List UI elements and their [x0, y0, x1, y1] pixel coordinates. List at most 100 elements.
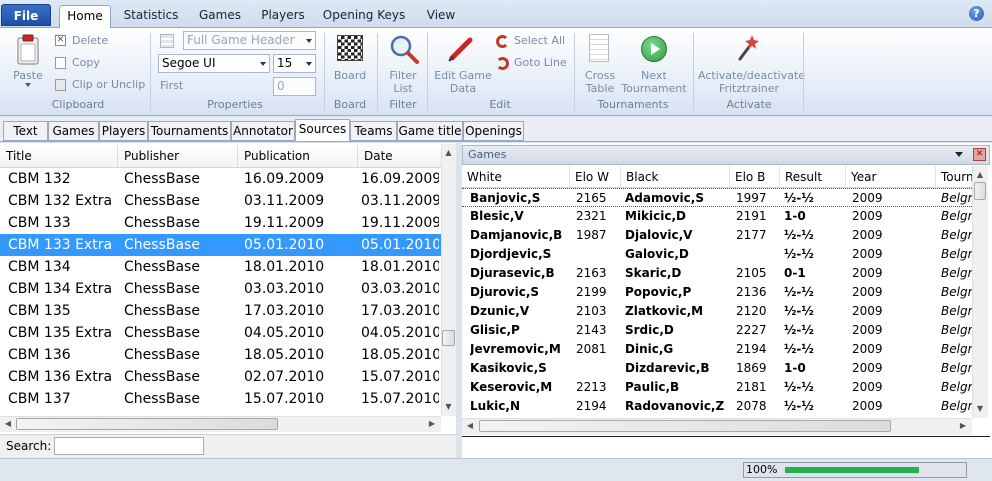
- view-tab-game-title[interactable]: Game title: [397, 121, 463, 141]
- tab-home[interactable]: Home: [59, 5, 111, 29]
- tab-games[interactable]: Games: [192, 5, 248, 28]
- copy-button[interactable]: Copy: [72, 56, 100, 70]
- scroll-right-icon[interactable]: ▶: [426, 417, 438, 431]
- sources-row[interactable]: CBM 134 Extra ChessBase 03.03.2010 03.03.20…: [0, 278, 441, 300]
- view-tab-text[interactable]: Text: [3, 121, 48, 141]
- sources-vertical-scrollbar[interactable]: [441, 144, 456, 416]
- first-move-stepper[interactable]: 0: [273, 77, 316, 96]
- pen-icon[interactable]: [446, 34, 476, 64]
- scroll-down-icon[interactable]: ▼: [972, 402, 988, 416]
- column-header-date[interactable]: Date: [358, 144, 441, 168]
- font-size-select[interactable]: 15: [273, 54, 316, 73]
- game-row[interactable]: Keserovic,M 2213 Paulic,B 2181 ½-½ 2009 Belgra…: [462, 378, 972, 397]
- select-all-button[interactable]: Select All: [514, 34, 565, 48]
- magnifier-icon[interactable]: [388, 33, 420, 65]
- sources-row[interactable]: CBM 132 ChessBase 16.09.2009 16.09.2009: [0, 168, 441, 190]
- game-row[interactable]: Djurasevic,B 2163 Skaric,D 2105 0-1 2009 Belgr…: [462, 264, 972, 283]
- column-header-black[interactable]: Black: [621, 166, 730, 188]
- sources-row[interactable]: CBM 132 Extra ChessBase 03.11.2009 03.11.20…: [0, 190, 441, 212]
- game-elo-black: 2078: [736, 399, 767, 413]
- scroll-right-icon[interactable]: ▶: [957, 419, 969, 433]
- tab-opening-keys[interactable]: Opening Keys: [318, 5, 410, 28]
- paste-dropdown-icon[interactable]: [25, 83, 31, 87]
- scroll-down-icon[interactable]: ▼: [441, 400, 456, 414]
- header-style-select[interactable]: Full Game Header: [183, 31, 316, 50]
- source-publication: 04.05.2010: [244, 325, 325, 341]
- sources-row[interactable]: CBM 134 ChessBase 18.01.2010 18.01.2010: [0, 256, 441, 278]
- scroll-left-icon[interactable]: ◀: [464, 419, 476, 433]
- activate-fritztrainer-button[interactable]: Activate/deactivate Fritztrainer: [698, 69, 805, 95]
- close-icon[interactable]: ✕: [973, 148, 986, 161]
- column-header-result[interactable]: Result: [780, 166, 846, 188]
- tab-players[interactable]: Players: [256, 5, 310, 28]
- column-header-title[interactable]: Title: [0, 144, 118, 168]
- game-row[interactable]: Djurovic,S 2199 Popovic,P 2136 ½-½ 2009 Belgra…: [462, 283, 972, 302]
- scroll-thumb[interactable]: [974, 182, 986, 200]
- paste-icon[interactable]: [14, 33, 42, 67]
- view-tab-openings[interactable]: Openings: [463, 121, 524, 141]
- game-row[interactable]: Djordjevic,S Galovic,D ½-½ 2009 Belgrade: [462, 245, 972, 264]
- game-year: 2009: [852, 247, 883, 261]
- game-row[interactable]: Banjovic,S 2165 Adamovic,S 1997 ½-½ 2009 Belgr…: [462, 188, 972, 207]
- file-menu-button[interactable]: File: [1, 4, 51, 26]
- game-row[interactable]: Damjanovic,B 1987 Djalovic,V 2177 ½-½ 2009 Bel…: [462, 226, 972, 245]
- filter-list-button[interactable]: Filter List: [383, 69, 423, 95]
- sources-row[interactable]: CBM 133 Extra ChessBase 05.01.2010 05.01.20…: [0, 234, 441, 256]
- view-tab-players[interactable]: Players: [99, 121, 148, 141]
- game-result: ½-½: [784, 323, 814, 337]
- sources-row[interactable]: CBM 135 ChessBase 17.03.2010 17.03.2010: [0, 300, 441, 322]
- column-header-publisher[interactable]: Publisher: [118, 144, 238, 168]
- copy-icon: [55, 57, 66, 69]
- goto-line-button[interactable]: Goto Line: [514, 56, 567, 70]
- cross-table-icon[interactable]: [589, 34, 609, 62]
- view-tab-games[interactable]: Games: [48, 121, 99, 141]
- game-row[interactable]: Lukic,N 2194 Radovanovic,Z 2078 ½-½ 2009 Belgr…: [462, 397, 972, 416]
- game-elo-black: 2194: [736, 342, 767, 356]
- column-header-elo-white[interactable]: Elo W: [570, 166, 621, 188]
- view-tab-teams[interactable]: Teams: [350, 121, 397, 141]
- column-header-white[interactable]: White: [462, 166, 570, 188]
- play-icon[interactable]: [641, 36, 667, 62]
- source-date: 04.05.2010: [361, 325, 439, 341]
- help-icon[interactable]: ?: [969, 6, 984, 21]
- paste-button[interactable]: Paste: [8, 69, 48, 82]
- sources-row[interactable]: CBM 136 ChessBase 18.05.2010 18.05.2010: [0, 344, 441, 366]
- sources-row[interactable]: CBM 136 Extra ChessBase 02.07.2010 15.07.20…: [0, 366, 441, 388]
- tab-statistics[interactable]: Statistics: [118, 5, 184, 28]
- column-header-elo-black[interactable]: Elo B: [730, 166, 780, 188]
- game-elo-white: 2165: [576, 191, 607, 205]
- tab-view[interactable]: View: [418, 5, 464, 28]
- game-row[interactable]: Blesic,V 2321 Mikicic,D 2191 1-0 2009 Belgrade: [462, 207, 972, 226]
- delete-button[interactable]: Delete: [72, 34, 108, 48]
- edit-game-data-button[interactable]: Edit Game Data: [432, 69, 494, 95]
- scroll-left-icon[interactable]: ◀: [2, 417, 14, 431]
- scroll-thumb[interactable]: [16, 418, 278, 430]
- clip-unclip-button[interactable]: Clip or Unclip: [72, 78, 145, 92]
- game-row[interactable]: Kasikovic,S Dizdarevic,B 1869 1-0 2009 Belgra…: [462, 359, 972, 378]
- sources-row[interactable]: CBM 133 ChessBase 19.11.2009 19.11.2009: [0, 212, 441, 234]
- view-tab-annotator[interactable]: Annotator: [231, 121, 295, 141]
- game-row[interactable]: Jevremovic,M 2081 Dinic,G 2194 ½-½ 2009 Belgra…: [462, 340, 972, 359]
- column-header-tournament[interactable]: Tourn: [936, 166, 972, 188]
- sources-row[interactable]: CBM 135 Extra ChessBase 04.05.2010 04.05.20…: [0, 322, 441, 344]
- view-tab-tournaments[interactable]: Tournaments: [148, 121, 231, 141]
- sources-row[interactable]: CBM 137 ChessBase 15.07.2010 15.07.2010: [0, 388, 441, 410]
- scroll-up-icon[interactable]: ▲: [441, 146, 456, 160]
- game-row[interactable]: Dzunic,V 2103 Zlatkovic,M 2120 ½-½ 2009 Belgra…: [462, 302, 972, 321]
- game-row[interactable]: Glisic,P 2143 Srdic,D 2227 ½-½ 2009 Belgrade: [462, 321, 972, 340]
- cross-table-button[interactable]: Cross Table: [580, 69, 620, 95]
- magic-wand-icon[interactable]: [734, 33, 760, 63]
- column-header-publication[interactable]: Publication: [238, 144, 358, 168]
- chessboard-icon[interactable]: [337, 35, 363, 61]
- scroll-up-icon[interactable]: ▲: [972, 168, 988, 182]
- board-button[interactable]: Board: [330, 69, 370, 82]
- view-tab-sources[interactable]: Sources: [295, 119, 350, 141]
- games-vertical-scrollbar[interactable]: [972, 166, 988, 418]
- next-tournament-button[interactable]: Next Tournament: [620, 69, 688, 95]
- panel-menu-icon[interactable]: [955, 152, 963, 157]
- font-name-select[interactable]: Segoe UI: [158, 54, 270, 73]
- scroll-thumb[interactable]: [442, 330, 455, 346]
- search-input[interactable]: [54, 437, 204, 455]
- scroll-thumb[interactable]: [479, 420, 891, 432]
- column-header-year[interactable]: Year: [846, 166, 936, 188]
